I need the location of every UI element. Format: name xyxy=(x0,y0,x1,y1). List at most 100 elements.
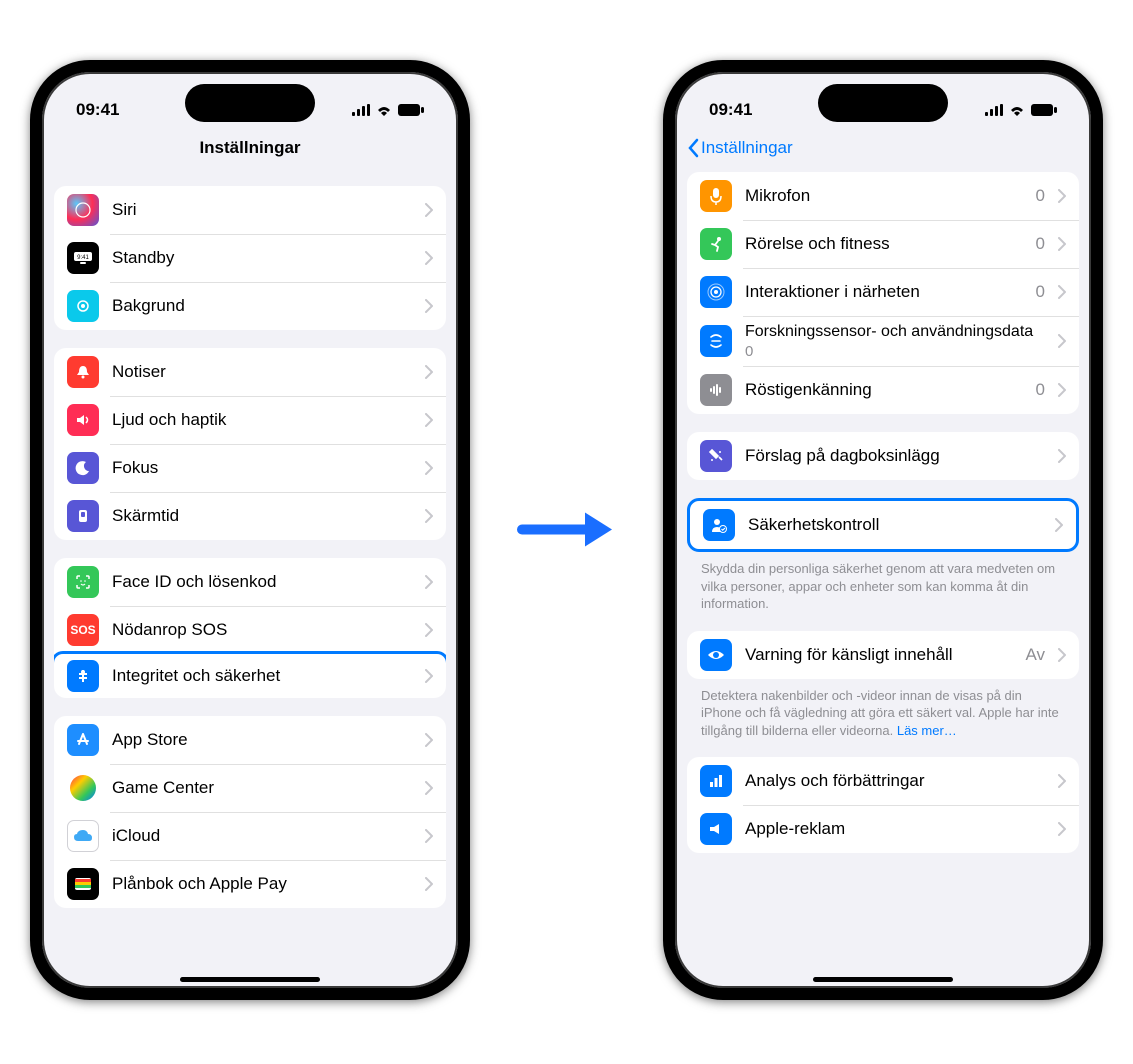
row-icloud[interactable]: iCloud xyxy=(54,812,446,860)
privacy-group-2: Förslag på dagboksinlägg xyxy=(687,432,1079,480)
row-label: App Store xyxy=(112,730,412,750)
row-sub: 0 xyxy=(745,343,1045,360)
arrow-right-icon xyxy=(517,505,617,560)
nearby-icon xyxy=(700,276,732,308)
sound-icon xyxy=(67,404,99,436)
row-label: Integritet och säkerhet xyxy=(112,666,412,686)
row-rost[interactable]: Röstigenkänning 0 xyxy=(687,366,1079,414)
row-ljud[interactable]: Ljud och haptik xyxy=(54,396,446,444)
chevron-right-icon xyxy=(425,575,433,589)
row-label: Face ID och lösenkod xyxy=(112,572,412,592)
settings-list[interactable]: Siri 9:41 Standby Bakgrund Notiser xyxy=(42,168,458,988)
back-button[interactable]: Inställningar xyxy=(687,138,793,158)
chevron-right-icon xyxy=(425,669,433,683)
row-sos[interactable]: SOS Nödanrop SOS xyxy=(54,606,446,654)
row-label: Skärmtid xyxy=(112,506,412,526)
focus-icon xyxy=(67,452,99,484)
row-bakgrund[interactable]: Bakgrund xyxy=(54,282,446,330)
row-label: Forskningssensor- och användningsdata xyxy=(745,322,1045,341)
row-faceid[interactable]: Face ID och lösenkod xyxy=(54,558,446,606)
nav-bar: Inställningar xyxy=(675,128,1091,168)
chevron-right-icon xyxy=(425,365,433,379)
chevron-right-icon xyxy=(425,203,433,217)
row-label: Röstigenkänning xyxy=(745,380,1023,400)
row-value: 0 xyxy=(1036,186,1045,206)
siri-icon xyxy=(67,194,99,226)
settings-group-4: App Store Game Center iCloud Plånbok och… xyxy=(54,716,446,908)
chevron-right-icon xyxy=(425,877,433,891)
battery-icon xyxy=(398,104,424,116)
row-label: Apple-reklam xyxy=(745,819,1045,839)
wallet-icon xyxy=(67,868,99,900)
wallpaper-icon xyxy=(67,290,99,322)
privacy-icon xyxy=(67,660,99,692)
chevron-right-icon xyxy=(1058,237,1066,251)
privacy-group-1: Mikrofon 0 Rörelse och fitness 0 Interak… xyxy=(687,172,1079,414)
sos-icon: SOS xyxy=(67,614,99,646)
chevron-right-icon xyxy=(1058,822,1066,836)
chevron-right-icon xyxy=(1058,189,1066,203)
safety-check-icon xyxy=(703,509,735,541)
row-value: 0 xyxy=(1036,234,1045,254)
chevron-right-icon xyxy=(425,299,433,313)
chevron-right-icon xyxy=(425,461,433,475)
settings-group-1: Siri 9:41 Standby Bakgrund xyxy=(54,186,446,330)
privacy-group-safety: Säkerhetskontroll xyxy=(687,498,1079,552)
svg-text:9:41: 9:41 xyxy=(77,255,89,261)
chevron-right-icon xyxy=(425,413,433,427)
row-varning[interactable]: Varning för känsligt innehåll Av xyxy=(687,631,1079,679)
notch xyxy=(185,84,315,122)
row-analys[interactable]: Analys och förbättringar xyxy=(687,757,1079,805)
row-integritet[interactable]: Integritet och säkerhet xyxy=(54,651,446,698)
ads-icon xyxy=(700,813,732,845)
chevron-right-icon xyxy=(425,251,433,265)
row-label: Game Center xyxy=(112,778,412,798)
row-standby[interactable]: 9:41 Standby xyxy=(54,234,446,282)
row-siri[interactable]: Siri xyxy=(54,186,446,234)
privacy-list[interactable]: Mikrofon 0 Rörelse och fitness 0 Interak… xyxy=(675,168,1091,988)
icloud-icon xyxy=(67,820,99,852)
row-label: Fokus xyxy=(112,458,412,478)
row-skarmtid[interactable]: Skärmtid xyxy=(54,492,446,540)
row-label: Standby xyxy=(112,248,412,268)
home-indicator xyxy=(813,977,953,982)
row-gamecenter[interactable]: Game Center xyxy=(54,764,446,812)
privacy-group-sensitive: Varning för känsligt innehåll Av xyxy=(687,631,1079,679)
chevron-right-icon xyxy=(1058,334,1066,348)
row-mikrofon[interactable]: Mikrofon 0 xyxy=(687,172,1079,220)
row-fokus[interactable]: Fokus xyxy=(54,444,446,492)
row-wallet[interactable]: Plånbok och Apple Pay xyxy=(54,860,446,908)
research-icon xyxy=(700,325,732,357)
sensitive-content-icon xyxy=(700,639,732,671)
row-label: Analys och förbättringar xyxy=(745,771,1045,791)
voice-icon xyxy=(700,374,732,406)
settings-group-2: Notiser Ljud och haptik Fokus Skärmtid xyxy=(54,348,446,540)
row-value: 0 xyxy=(1036,380,1045,400)
row-reklam[interactable]: Apple-reklam xyxy=(687,805,1079,853)
row-rorelse[interactable]: Rörelse och fitness 0 xyxy=(687,220,1079,268)
row-dagbok[interactable]: Förslag på dagboksinlägg xyxy=(687,432,1079,480)
row-label: Mikrofon xyxy=(745,186,1023,206)
row-label: Nödanrop SOS xyxy=(112,620,412,640)
row-label: Bakgrund xyxy=(112,296,412,316)
fitness-icon xyxy=(700,228,732,260)
row-interaktioner[interactable]: Interaktioner i närheten 0 xyxy=(687,268,1079,316)
row-forskning[interactable]: Forskningssensor- och användningsdata 0 xyxy=(687,316,1079,366)
read-more-link[interactable]: Läs mer… xyxy=(897,723,957,738)
analytics-icon xyxy=(700,765,732,797)
chevron-right-icon xyxy=(1058,648,1066,662)
notch xyxy=(818,84,948,122)
standby-icon: 9:41 xyxy=(67,242,99,274)
chevron-right-icon xyxy=(1058,285,1066,299)
home-indicator xyxy=(180,977,320,982)
row-label: Varning för känsligt innehåll xyxy=(745,645,1012,665)
footer-safety: Skydda din personliga säkerhet genom att… xyxy=(701,560,1065,613)
status-icons xyxy=(985,104,1057,116)
wifi-icon xyxy=(375,104,393,116)
row-sakerhet[interactable]: Säkerhetskontroll xyxy=(690,501,1076,549)
row-notiser[interactable]: Notiser xyxy=(54,348,446,396)
chevron-right-icon xyxy=(425,509,433,523)
chevron-right-icon xyxy=(1058,449,1066,463)
row-value: 0 xyxy=(1036,282,1045,302)
row-appstore[interactable]: App Store xyxy=(54,716,446,764)
